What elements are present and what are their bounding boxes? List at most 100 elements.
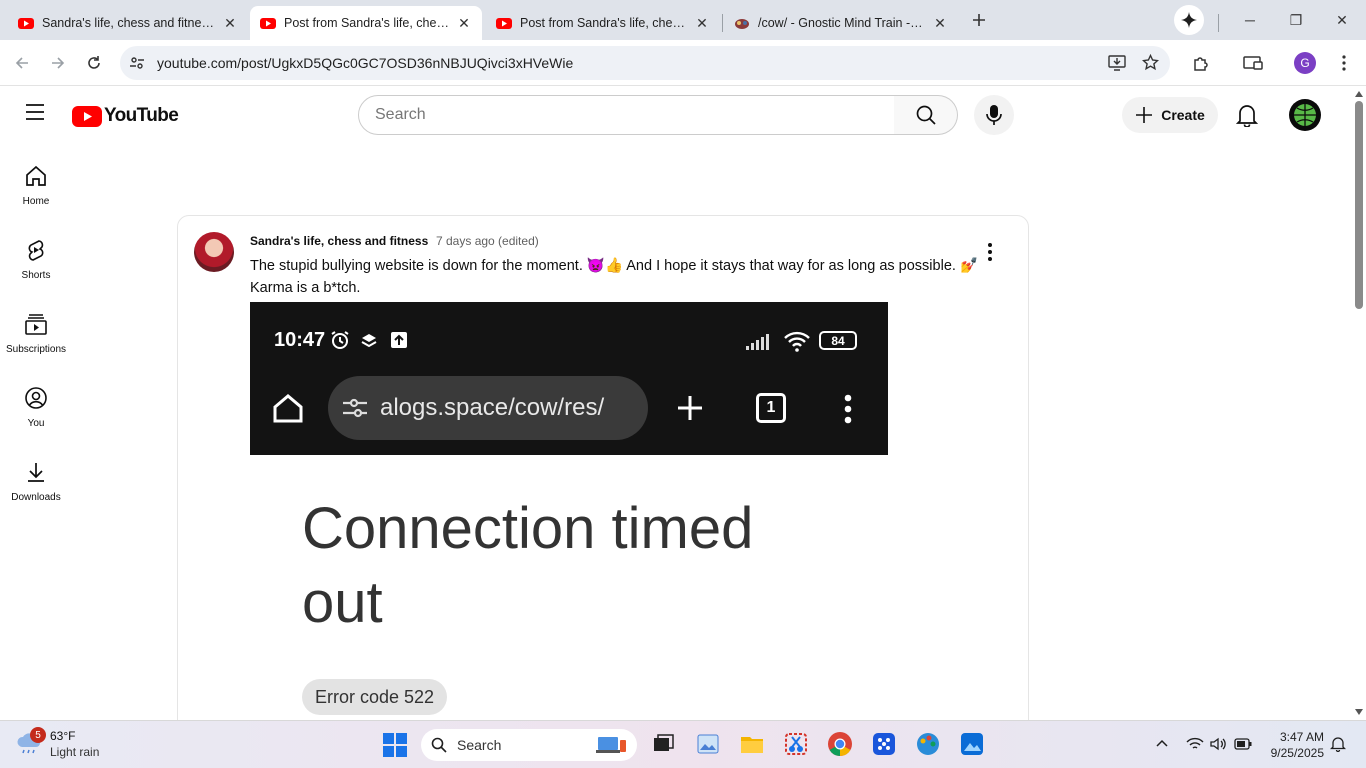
tab-search-button[interactable] — [1240, 50, 1266, 76]
chrome-menu-button[interactable] — [1331, 50, 1357, 76]
forward-button[interactable] — [45, 50, 71, 76]
tab-3[interactable]: Post from Sandra's life, chess an ✕ — [486, 6, 720, 40]
post-timestamp[interactable]: 7 days ago (edited) — [436, 234, 539, 248]
gemini-button[interactable] — [1174, 5, 1204, 35]
scrollbar-thumb[interactable] — [1355, 101, 1363, 309]
hamburger-menu-button[interactable] — [24, 103, 46, 126]
close-window-button[interactable]: ✕ — [1319, 0, 1365, 40]
photos-icon — [697, 734, 719, 754]
taskbar-search[interactable]: Search — [421, 729, 637, 761]
omnibox[interactable]: youtube.com/post/UgkxD5QGc0GC7OSD36nNBJU… — [120, 46, 1170, 80]
voice-search-button[interactable] — [974, 95, 1014, 135]
sidebar-item-downloads[interactable]: Downloads — [0, 446, 72, 520]
profile-avatar[interactable]: G — [1294, 52, 1316, 74]
clock-date: 9/25/2025 — [1270, 746, 1324, 760]
search-button[interactable] — [894, 95, 958, 135]
tab-1[interactable]: Sandra's life, chess and fitness - ✕ — [8, 6, 248, 40]
globe-avatar-icon — [1294, 104, 1316, 126]
scroll-up-arrow-icon[interactable] — [1355, 91, 1363, 97]
photos-app-button[interactable] — [695, 731, 721, 757]
weather-badge: 5 — [30, 727, 46, 743]
snipping-tool-button[interactable] — [783, 731, 809, 757]
signal-icon — [746, 334, 769, 350]
close-tab-icon[interactable]: ✕ — [932, 15, 948, 31]
youtube-header: YouTube Search Create — [0, 87, 1352, 143]
weather-widget[interactable]: 5 — [16, 727, 46, 760]
close-tab-icon[interactable]: ✕ — [694, 15, 710, 31]
home-icon — [26, 165, 46, 186]
phone-url-text: alogs.space/cow/res/ — [380, 394, 605, 421]
file-explorer-button[interactable] — [739, 731, 765, 757]
post-text-part: And I hope it stays that way for as long… — [626, 258, 956, 274]
extensions-button[interactable] — [1188, 50, 1214, 76]
search-icon — [916, 105, 936, 125]
sidebar-item-label: Shorts — [21, 270, 51, 281]
shorts-icon — [28, 240, 44, 261]
phone-clock: 10:47 — [274, 329, 326, 351]
sidebar-item-you[interactable]: You — [0, 372, 72, 446]
youtube-play-logo-icon — [72, 105, 102, 127]
phone-url-pill: alogs.space/cow/res/ — [328, 376, 648, 440]
tab-separator — [722, 14, 723, 32]
minimize-button[interactable]: ─ — [1227, 0, 1273, 40]
volume-icon[interactable] — [1210, 737, 1226, 751]
app-button-paint[interactable] — [915, 731, 941, 757]
start-button[interactable] — [383, 733, 407, 762]
windows-taskbar: 5 63°F Light rain Search 3:47 AM 9/25/20… — [0, 720, 1366, 768]
windows-logo-icon — [383, 733, 407, 757]
sidebar-item-label: Home — [22, 196, 50, 207]
chrome-button[interactable] — [827, 731, 853, 757]
download-icon — [28, 463, 44, 482]
close-icon: ✕ — [1336, 11, 1348, 28]
youtube-favicon-icon — [496, 18, 512, 29]
new-tab-button[interactable] — [956, 0, 1002, 40]
sidebar-item-shorts[interactable]: Shorts — [0, 224, 72, 298]
phone-plus-icon — [678, 396, 702, 420]
tune-icon — [343, 398, 367, 418]
sidebar-item-subscriptions[interactable]: Subscriptions — [0, 298, 72, 372]
account-avatar[interactable] — [1289, 99, 1321, 131]
system-clock[interactable]: 3:47 AM 9/25/2025 — [1264, 729, 1324, 761]
upload-icon — [391, 332, 407, 348]
post-emoji: 👿👍 — [586, 258, 624, 274]
wifi-icon[interactable] — [1186, 737, 1204, 751]
vertical-dots-icon — [1342, 55, 1346, 71]
battery-icon[interactable] — [1234, 738, 1252, 750]
folder-icon — [741, 737, 763, 753]
restore-button[interactable]: ❐ — [1273, 0, 1319, 40]
task-view-button[interactable] — [650, 731, 676, 757]
post-image[interactable]: 10:47 84 alogs.space/cow/res/ 1 Connecti… — [250, 302, 888, 734]
tab-4[interactable]: /cow/ - Gnostic Mind Train - Jew ✕ — [724, 6, 958, 40]
forward-arrow-icon — [52, 57, 65, 69]
reload-button[interactable] — [81, 50, 107, 76]
restore-icon: ❐ — [1289, 11, 1303, 28]
close-tab-icon[interactable]: ✕ — [456, 15, 472, 31]
back-arrow-icon — [15, 57, 28, 69]
notifications-button[interactable] — [1235, 103, 1259, 132]
post-text-part: Karma is a b*tch. — [250, 280, 361, 296]
channel-avatar[interactable] — [194, 232, 234, 272]
close-tab-icon[interactable]: ✕ — [222, 15, 238, 31]
post-text: The stupid bullying website is down for … — [250, 255, 990, 299]
app-button-dice[interactable] — [871, 731, 897, 757]
bookmark-star-icon[interactable] — [1142, 54, 1159, 71]
notification-center-icon[interactable] — [1330, 736, 1346, 752]
back-button[interactable] — [9, 50, 35, 76]
site-info-icon[interactable] — [129, 55, 145, 71]
chevron-up-icon[interactable] — [1156, 739, 1168, 747]
tab-2[interactable]: Post from Sandra's life, chess an ✕ — [250, 6, 482, 40]
page-scrollbar[interactable] — [1352, 87, 1366, 720]
channel-name-link[interactable]: Sandra's life, chess and fitness — [250, 234, 428, 248]
battery-level: 84 — [831, 333, 845, 348]
minimize-icon: ─ — [1245, 12, 1255, 28]
you-icon — [25, 387, 47, 409]
scroll-down-arrow-icon[interactable] — [1355, 709, 1363, 715]
search-input[interactable]: Search — [358, 95, 895, 135]
install-app-icon[interactable] — [1108, 55, 1126, 71]
create-button[interactable]: Create — [1122, 97, 1218, 133]
app-button-photo-editor[interactable] — [959, 731, 985, 757]
weather-desc: Light rain — [50, 745, 100, 759]
sidebar-item-home[interactable]: Home — [0, 150, 72, 224]
alarm-icon — [331, 331, 349, 349]
youtube-logo[interactable]: YouTube — [72, 105, 179, 127]
